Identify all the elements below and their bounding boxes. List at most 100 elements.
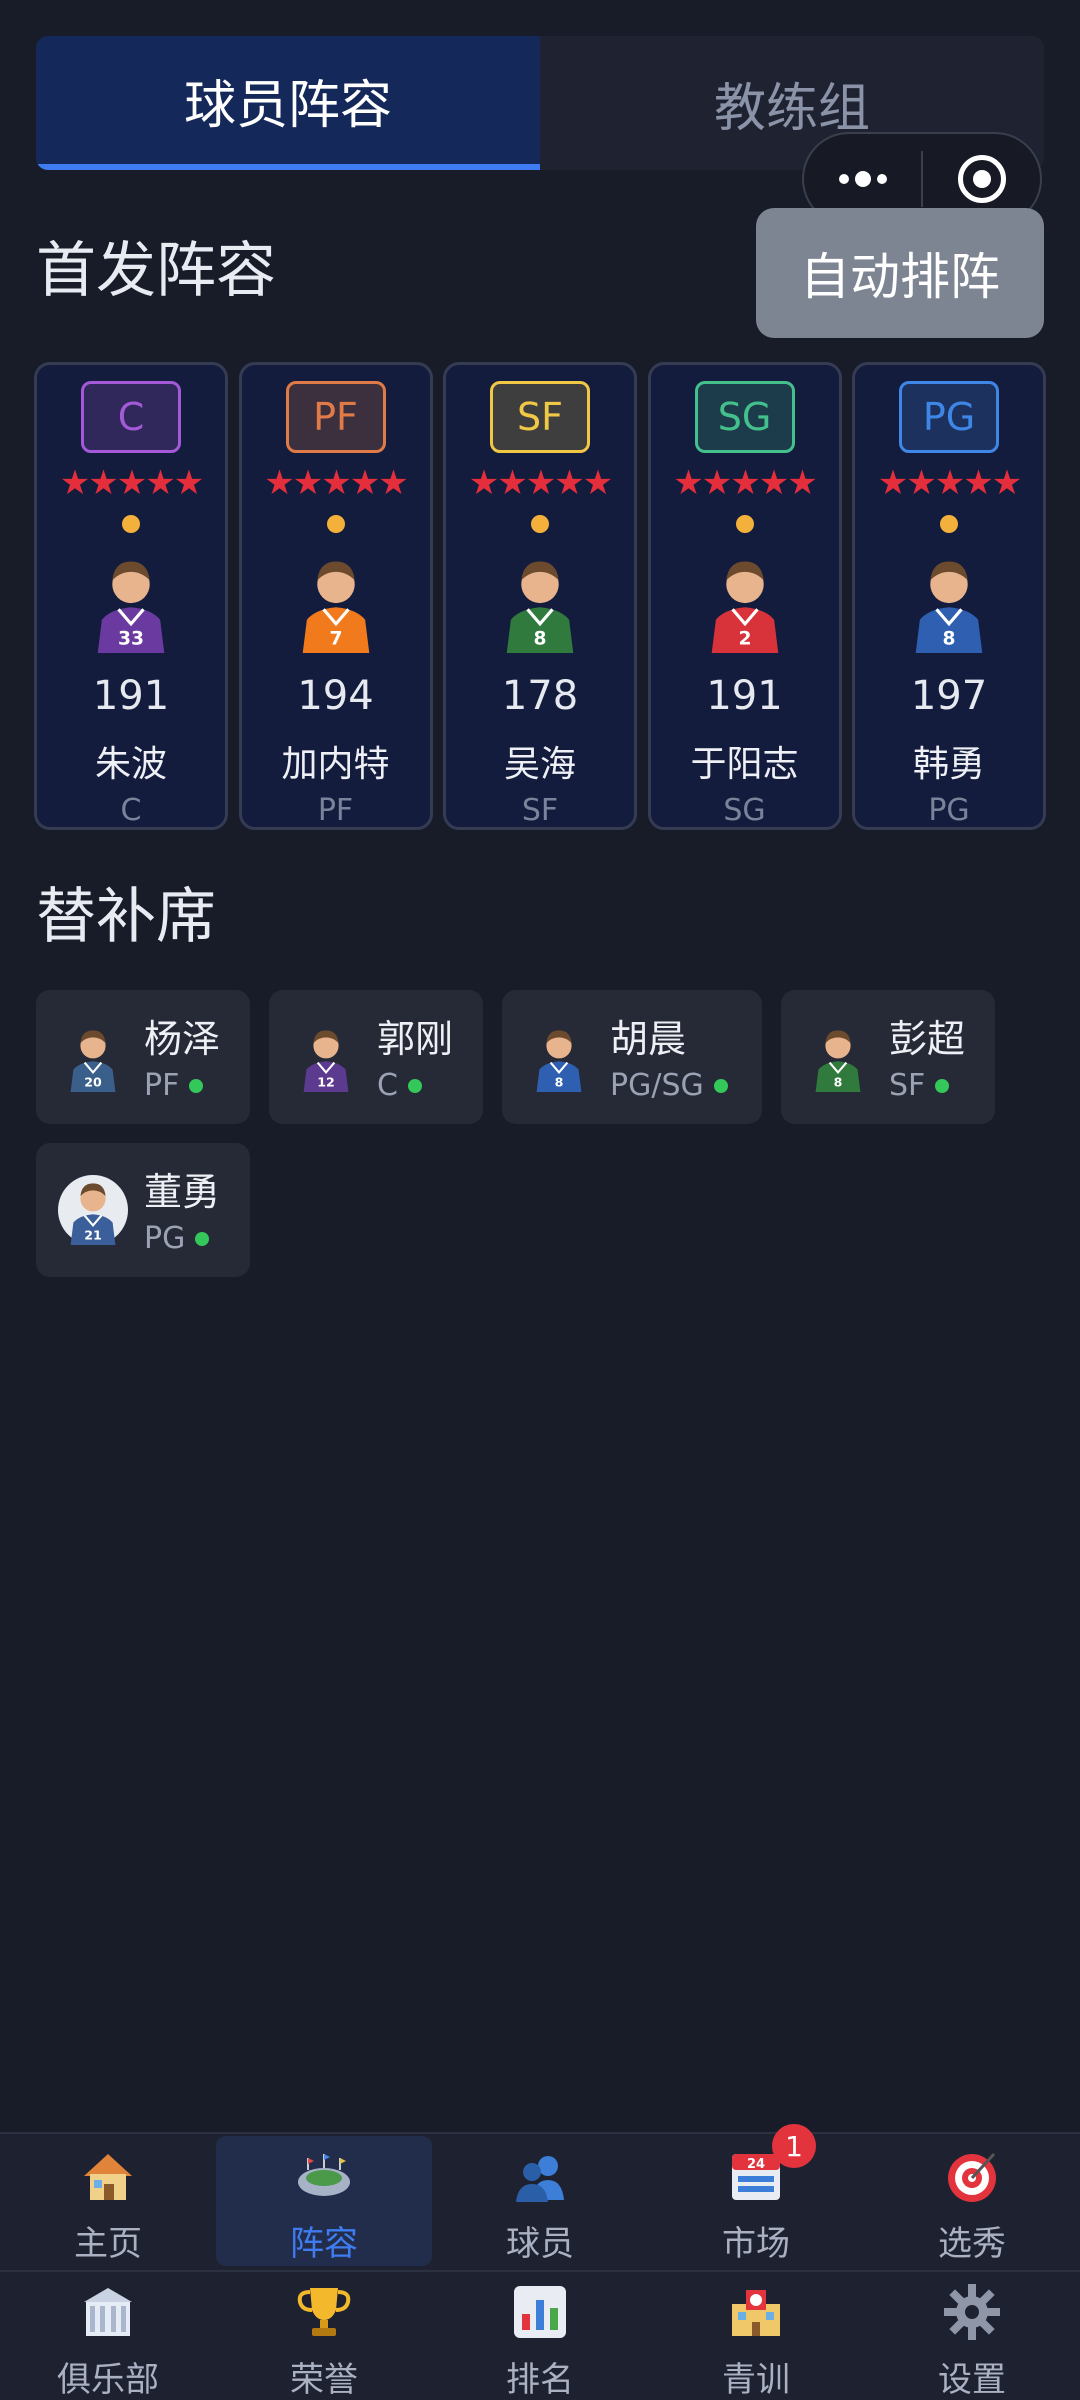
status-dot xyxy=(940,515,958,533)
starting-lineup: C ★★★★★ 33 191 朱波 C PF ★★★★★ 7 194 加内特 P… xyxy=(34,362,1046,830)
rating-stars: ★★★★★ xyxy=(877,463,1022,503)
player-avatar: 8 xyxy=(803,1022,873,1092)
status-dot xyxy=(122,515,140,533)
starter-card[interactable]: PG ★★★★★ 8 197 韩勇 PG xyxy=(852,362,1046,830)
target-icon xyxy=(957,155,1006,203)
nav-label: 市场 xyxy=(722,2224,790,2264)
player-name: 彭超 xyxy=(889,1017,966,1061)
rating-stars: ★★★★★ xyxy=(59,463,204,503)
nav-item[interactable]: 选秀 xyxy=(864,2136,1080,2266)
tab-players[interactable]: 球员阵容 xyxy=(36,36,540,170)
player-rating: 178 xyxy=(501,673,579,719)
ranking-chart-icon xyxy=(508,2280,572,2344)
nav-label: 设置 xyxy=(938,2360,1006,2400)
bottom-navigation: 主页 阵容 球员 24 市场 1 选秀 俱乐部 荣誉 排名 青训 设置 xyxy=(0,2124,1080,2400)
nav-label: 阵容 xyxy=(290,2224,358,2264)
player-position: C xyxy=(120,793,142,828)
position-badge: SG xyxy=(694,381,795,453)
player-avatar: 8 xyxy=(524,1022,594,1092)
svg-text:8: 8 xyxy=(834,1074,843,1089)
status-dot xyxy=(735,515,754,533)
draft-target-icon xyxy=(940,2144,1004,2208)
stadium-icon xyxy=(292,2144,356,2208)
nav-label: 青训 xyxy=(722,2360,790,2400)
player-position: PG xyxy=(928,793,970,828)
starter-card[interactable]: PF ★★★★★ 7 194 加内特 PF xyxy=(238,362,433,830)
nav-label: 俱乐部 xyxy=(57,2360,159,2400)
player-avatar: 7 xyxy=(284,549,388,653)
position-badge: PF xyxy=(285,381,386,453)
bench-title: 替补席 xyxy=(36,882,216,952)
svg-text:33: 33 xyxy=(118,629,144,650)
nav-label: 球员 xyxy=(506,2224,574,2264)
player-name: 郭刚 xyxy=(377,1017,454,1061)
rating-stars: ★★★★★ xyxy=(264,463,408,503)
status-dot xyxy=(531,515,549,533)
nav-label: 主页 xyxy=(74,2224,142,2264)
player-avatar: 20 xyxy=(58,1022,128,1092)
player-rating: 191 xyxy=(706,673,783,719)
player-position: SF xyxy=(521,793,559,828)
svg-text:21: 21 xyxy=(84,1227,102,1242)
nav-item[interactable]: 球员 xyxy=(432,2136,648,2266)
svg-text:12: 12 xyxy=(317,1074,335,1089)
player-avatar: 12 xyxy=(291,1022,361,1092)
position-badge: C xyxy=(81,381,181,453)
position-badge: PG xyxy=(899,381,999,453)
player-position: PG/SG xyxy=(610,1068,704,1103)
club-building-icon xyxy=(76,2280,140,2344)
svg-text:8: 8 xyxy=(555,1074,564,1089)
bench-player[interactable]: 20 杨泽 PF xyxy=(36,990,250,1124)
more-dots-icon xyxy=(838,171,887,187)
nav-label: 荣誉 xyxy=(290,2360,358,2400)
player-position: SF xyxy=(889,1068,926,1103)
player-avatar: 8 xyxy=(488,549,592,653)
svg-text:2: 2 xyxy=(738,629,751,650)
player-name: 杨泽 xyxy=(144,1017,221,1061)
nav-item[interactable]: 排名 xyxy=(432,2272,648,2400)
starter-card[interactable]: SF ★★★★★ 8 178 吴海 SF xyxy=(443,362,637,830)
gear-icon xyxy=(940,2280,1004,2344)
player-position: C xyxy=(377,1068,398,1103)
position-badge: SF xyxy=(490,381,590,453)
nav-item[interactable]: 荣誉 xyxy=(216,2272,432,2400)
svg-text:20: 20 xyxy=(84,1074,102,1089)
academy-school-icon xyxy=(724,2280,788,2344)
players-icon xyxy=(508,2144,572,2208)
player-name: 朱波 xyxy=(94,744,167,785)
nav-item[interactable]: 青训 xyxy=(648,2272,864,2400)
player-name: 胡晨 xyxy=(610,1017,687,1061)
player-name: 于阳志 xyxy=(690,744,799,785)
starter-card[interactable]: SG ★★★★★ 2 191 于阳志 SG xyxy=(647,362,842,830)
bench-player[interactable]: 8 彭超 SF xyxy=(781,990,995,1124)
svg-text:8: 8 xyxy=(942,629,955,650)
player-avatar: 33 xyxy=(79,549,183,653)
svg-text:8: 8 xyxy=(533,629,546,650)
rating-stars: ★★★★★ xyxy=(673,463,817,503)
starter-card[interactable]: C ★★★★★ 33 191 朱波 C xyxy=(34,362,228,830)
player-avatar: 2 xyxy=(693,549,797,653)
svg-text:24: 24 xyxy=(747,2157,765,2172)
rating-stars: ★★★★★ xyxy=(468,463,613,503)
status-dot xyxy=(326,515,345,533)
available-dot xyxy=(407,1078,422,1093)
available-dot xyxy=(713,1078,728,1093)
available-dot xyxy=(189,1078,204,1093)
notification-badge: 1 xyxy=(772,2124,816,2168)
bench-player[interactable]: 21 董勇 PG xyxy=(36,1143,250,1277)
trophy-icon xyxy=(292,2280,356,2344)
nav-item[interactable]: 24 市场 1 xyxy=(648,2124,864,2266)
nav-item[interactable]: 设置 xyxy=(864,2272,1080,2400)
nav-label: 选秀 xyxy=(938,2224,1006,2264)
player-avatar: 8 xyxy=(897,549,1001,653)
bench-player[interactable]: 12 郭刚 C xyxy=(269,990,483,1124)
player-avatar: 21 xyxy=(58,1175,128,1245)
auto-lineup-button[interactable]: 自动排阵 xyxy=(756,208,1044,338)
player-position: PF xyxy=(317,793,354,828)
player-position: SG xyxy=(723,793,766,828)
nav-item[interactable]: 阵容 xyxy=(216,2136,432,2266)
nav-item[interactable]: 俱乐部 xyxy=(0,2272,216,2400)
nav-item[interactable]: 主页 xyxy=(0,2136,216,2266)
available-dot xyxy=(195,1231,210,1246)
bench-player[interactable]: 8 胡晨 PG/SG xyxy=(502,990,762,1124)
